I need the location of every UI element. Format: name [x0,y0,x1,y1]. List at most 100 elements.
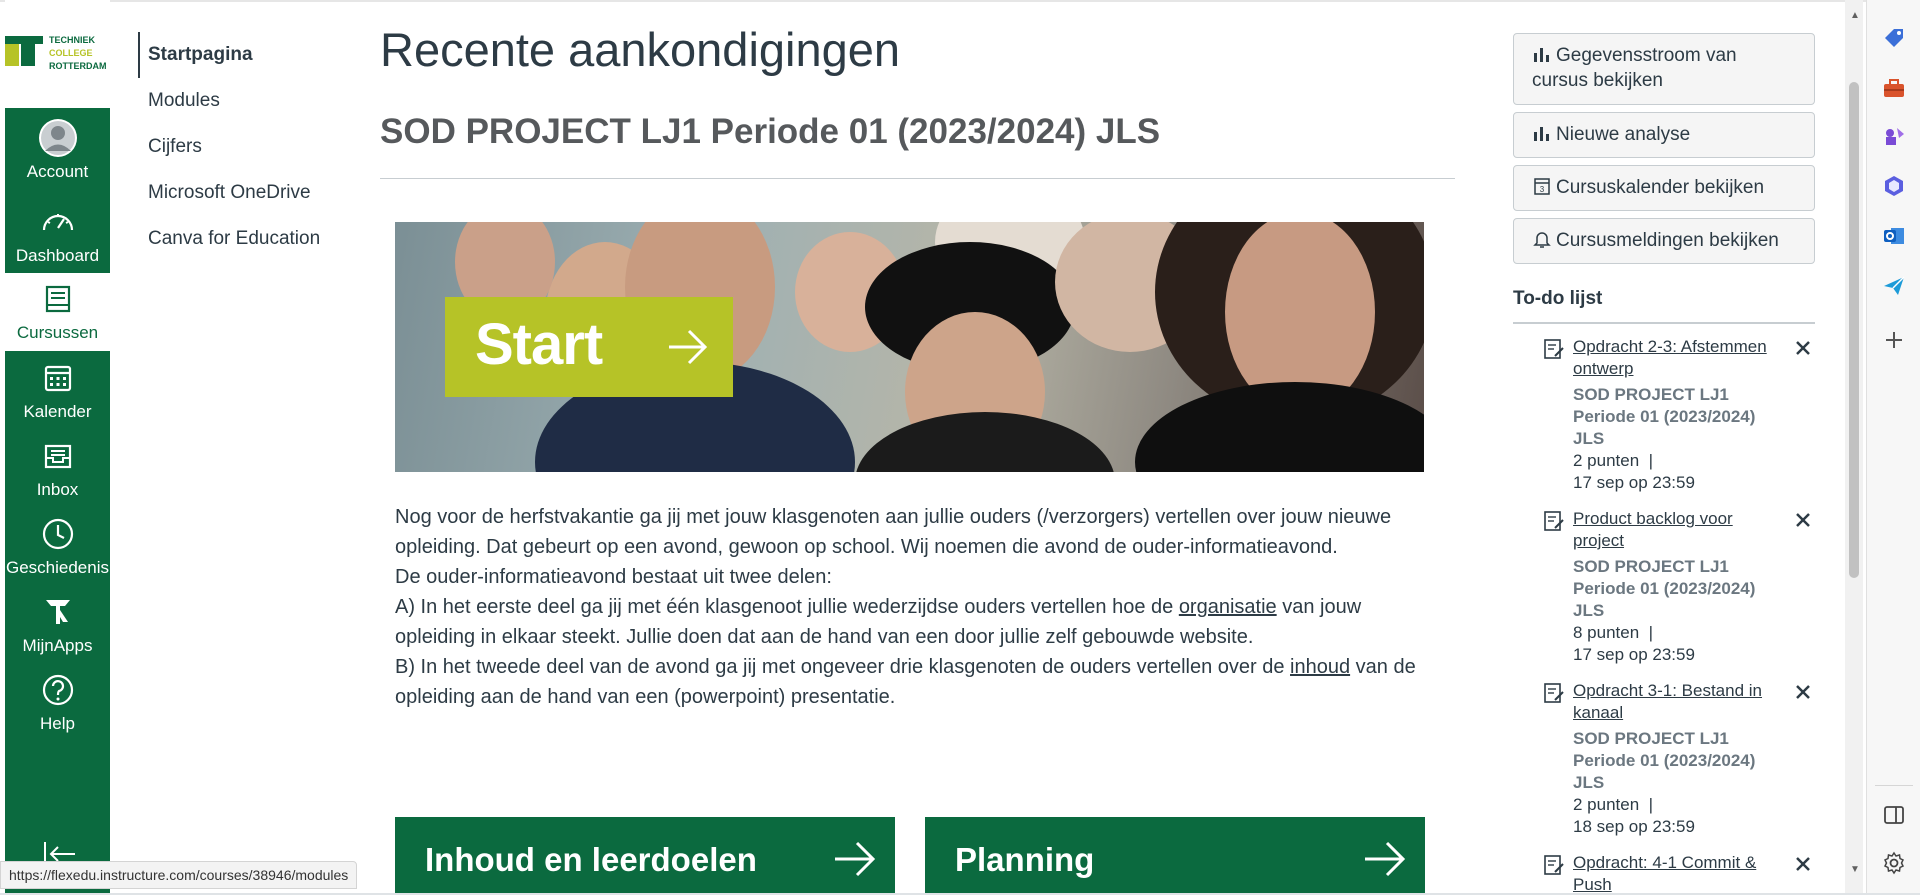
start-button[interactable]: Start [445,297,733,397]
toolbox-icon[interactable] [1882,76,1906,100]
browser-sidebar [1866,0,1920,895]
account-avatar-icon [38,119,77,157]
sidebar-divider [1875,785,1913,786]
scroll-down-arrow-icon[interactable]: ▼ [1850,864,1860,875]
arrow-right-icon [835,841,876,877]
nav-label: Help [40,714,75,733]
add-icon[interactable] [1882,328,1906,352]
todo-item: Product backlog voor project SOD PROJECT… [1543,508,1813,668]
nav-item-myapps[interactable]: MijnApps [5,586,110,664]
tile-label: Planning [955,841,1095,878]
nav-label: Geschiedenis [5,558,109,577]
tile-label: Inhoud en leerdoelen [425,841,757,878]
outlook-icon[interactable] [1882,224,1906,248]
assignment-icon [1544,855,1564,875]
course-title: SOD PROJECT LJ1 Periode 01 (2023/2024) J… [380,112,1161,151]
dismiss-icon[interactable] [1795,684,1811,700]
history-icon [42,518,73,550]
course-nav-onedrive[interactable]: Microsoft OneDrive [138,170,358,216]
new-analysis-button[interactable]: Nieuwe analyse [1513,112,1815,158]
assignment-icon [1544,511,1564,531]
button-label: Nieuwe analyse [1556,124,1691,145]
start-button-label: Start [475,312,603,377]
todo-course: SOD PROJECT LJ1 Periode 01 (2023/2024) J… [1573,729,1756,792]
calendar-icon [44,365,71,392]
todo-due: 18 sep op 23:59 [1573,817,1695,836]
svg-text:3: 3 [1540,185,1545,194]
separator: | [1648,451,1654,470]
todo-title-link[interactable]: Product backlog voor project [1573,508,1778,552]
banner-image: Start [395,222,1424,472]
arrow-right-icon [1365,841,1406,877]
course-nav-modules[interactable]: Modules [138,78,358,124]
nav-item-inbox[interactable]: Inbox [5,430,110,508]
dismiss-icon[interactable] [1795,512,1811,528]
school-logo[interactable]: TECHNIEK COLLEGE ROTTERDAM [5,0,110,108]
view-course-notifications-button[interactable]: Cursusmeldingen bekijken [1513,218,1815,264]
logo-line-1: TECHNIEK [49,35,96,45]
nav-label: Account [26,162,89,181]
assignment-icon [1544,339,1564,359]
nav-item-help[interactable]: Help [5,664,110,742]
link-organisatie[interactable]: organisatie [1179,596,1277,618]
tile-planning[interactable]: Planning [925,817,1425,895]
todo-course: SOD PROJECT LJ1 Periode 01 (2023/2024) J… [1573,557,1756,620]
dismiss-icon[interactable] [1795,340,1811,356]
nav-item-calendar[interactable]: Kalender [5,352,110,430]
page-scrollbar[interactable]: ▲ ▼ [1845,0,1863,895]
todo-title-link[interactable]: Opdracht: 4-1 Commit & Push [1573,852,1778,895]
nav-item-account[interactable]: Account [5,112,110,190]
points-text: 2 punten [1573,795,1640,814]
scrollbar-thumb[interactable] [1849,82,1859,578]
right-sidebar: Gegevensstroom van cursus bekijken Nieuw… [1513,0,1815,895]
help-icon [42,674,73,706]
announcement-body: Nog voor de herfstvakantie ga jij met jo… [395,502,1435,712]
tag-icon[interactable] [1882,26,1906,50]
course-nav-canva[interactable]: Canva for Education [138,216,358,262]
view-course-stream-button[interactable]: Gegevensstroom van cursus bekijken [1513,33,1815,105]
todo-title-link[interactable]: Opdracht 3-1: Bestand in kanaal [1573,680,1778,724]
apps-icon [45,600,70,624]
bar-chart-icon [1534,48,1549,62]
nav-item-dashboard[interactable]: Dashboard [5,196,110,274]
games-icon[interactable] [1882,124,1906,148]
nav-label: Kalender [23,402,92,421]
nav-item-history[interactable]: Geschiedenis [5,508,110,586]
nav-label: Inbox [36,480,79,499]
todo-points: 2 punten | [1573,794,1778,816]
todo-points: 2 punten | [1573,450,1778,472]
logo-line-3: ROTTERDAM [49,61,107,71]
text-span: A) In het eerste deel ga jij met één kla… [395,596,1179,618]
button-label: Cursuskalender bekijken [1556,177,1765,198]
course-nav-cijfers[interactable]: Cijfers [138,124,358,170]
inbox-icon [44,444,71,469]
todo-due: 17 sep op 23:59 [1573,473,1695,492]
paragraph-part-a: A) In het eerste deel ga jij met één kla… [395,592,1435,652]
todo-item: Opdracht 2-3: Afstemmen ontwerp SOD PROJ… [1543,336,1813,496]
paragraph-parts: De ouder-informatieavond bestaat uit twe… [395,566,832,588]
send-icon[interactable] [1882,274,1906,298]
bar-chart-icon [1534,127,1549,141]
tile-inhoud-leerdoelen[interactable]: Inhoud en leerdoelen [395,817,895,895]
dismiss-icon[interactable] [1795,856,1811,872]
paragraph-part-b: B) In het tweede deel van de avond ga ji… [395,652,1435,712]
todo-title-link[interactable]: Opdracht 2-3: Afstemmen ontwerp [1573,336,1778,380]
split-panel-icon[interactable] [1882,803,1906,827]
nav-label: Cursussen [16,323,99,342]
main-content: Recente aankondigingen SOD PROJECT LJ1 P… [380,0,1455,895]
logo-line-2: COLLEGE [49,48,93,58]
todo-heading: To-do lijst [1513,288,1603,309]
nav-item-courses[interactable]: Cursussen [5,273,110,351]
bell-icon [1533,232,1551,248]
view-course-calendar-button[interactable]: 3 Cursuskalender bekijken [1513,165,1815,211]
logo-text: TECHNIEK COLLEGE ROTTERDAM [49,34,107,73]
browser-viewport: TECHNIEK COLLEGE ROTTERDAM Account Dashb… [0,0,1920,895]
link-inhoud[interactable]: inhoud [1290,656,1350,678]
divider [380,178,1455,179]
scroll-up-arrow-icon[interactable]: ▲ [1850,10,1860,21]
todo-divider [1513,322,1815,324]
copilot-icon[interactable] [1882,174,1906,198]
button-label: Gegevensstroom van cursus bekijken [1532,45,1737,91]
settings-gear-icon[interactable] [1882,851,1906,875]
course-nav-startpagina[interactable]: Startpagina [138,32,358,78]
